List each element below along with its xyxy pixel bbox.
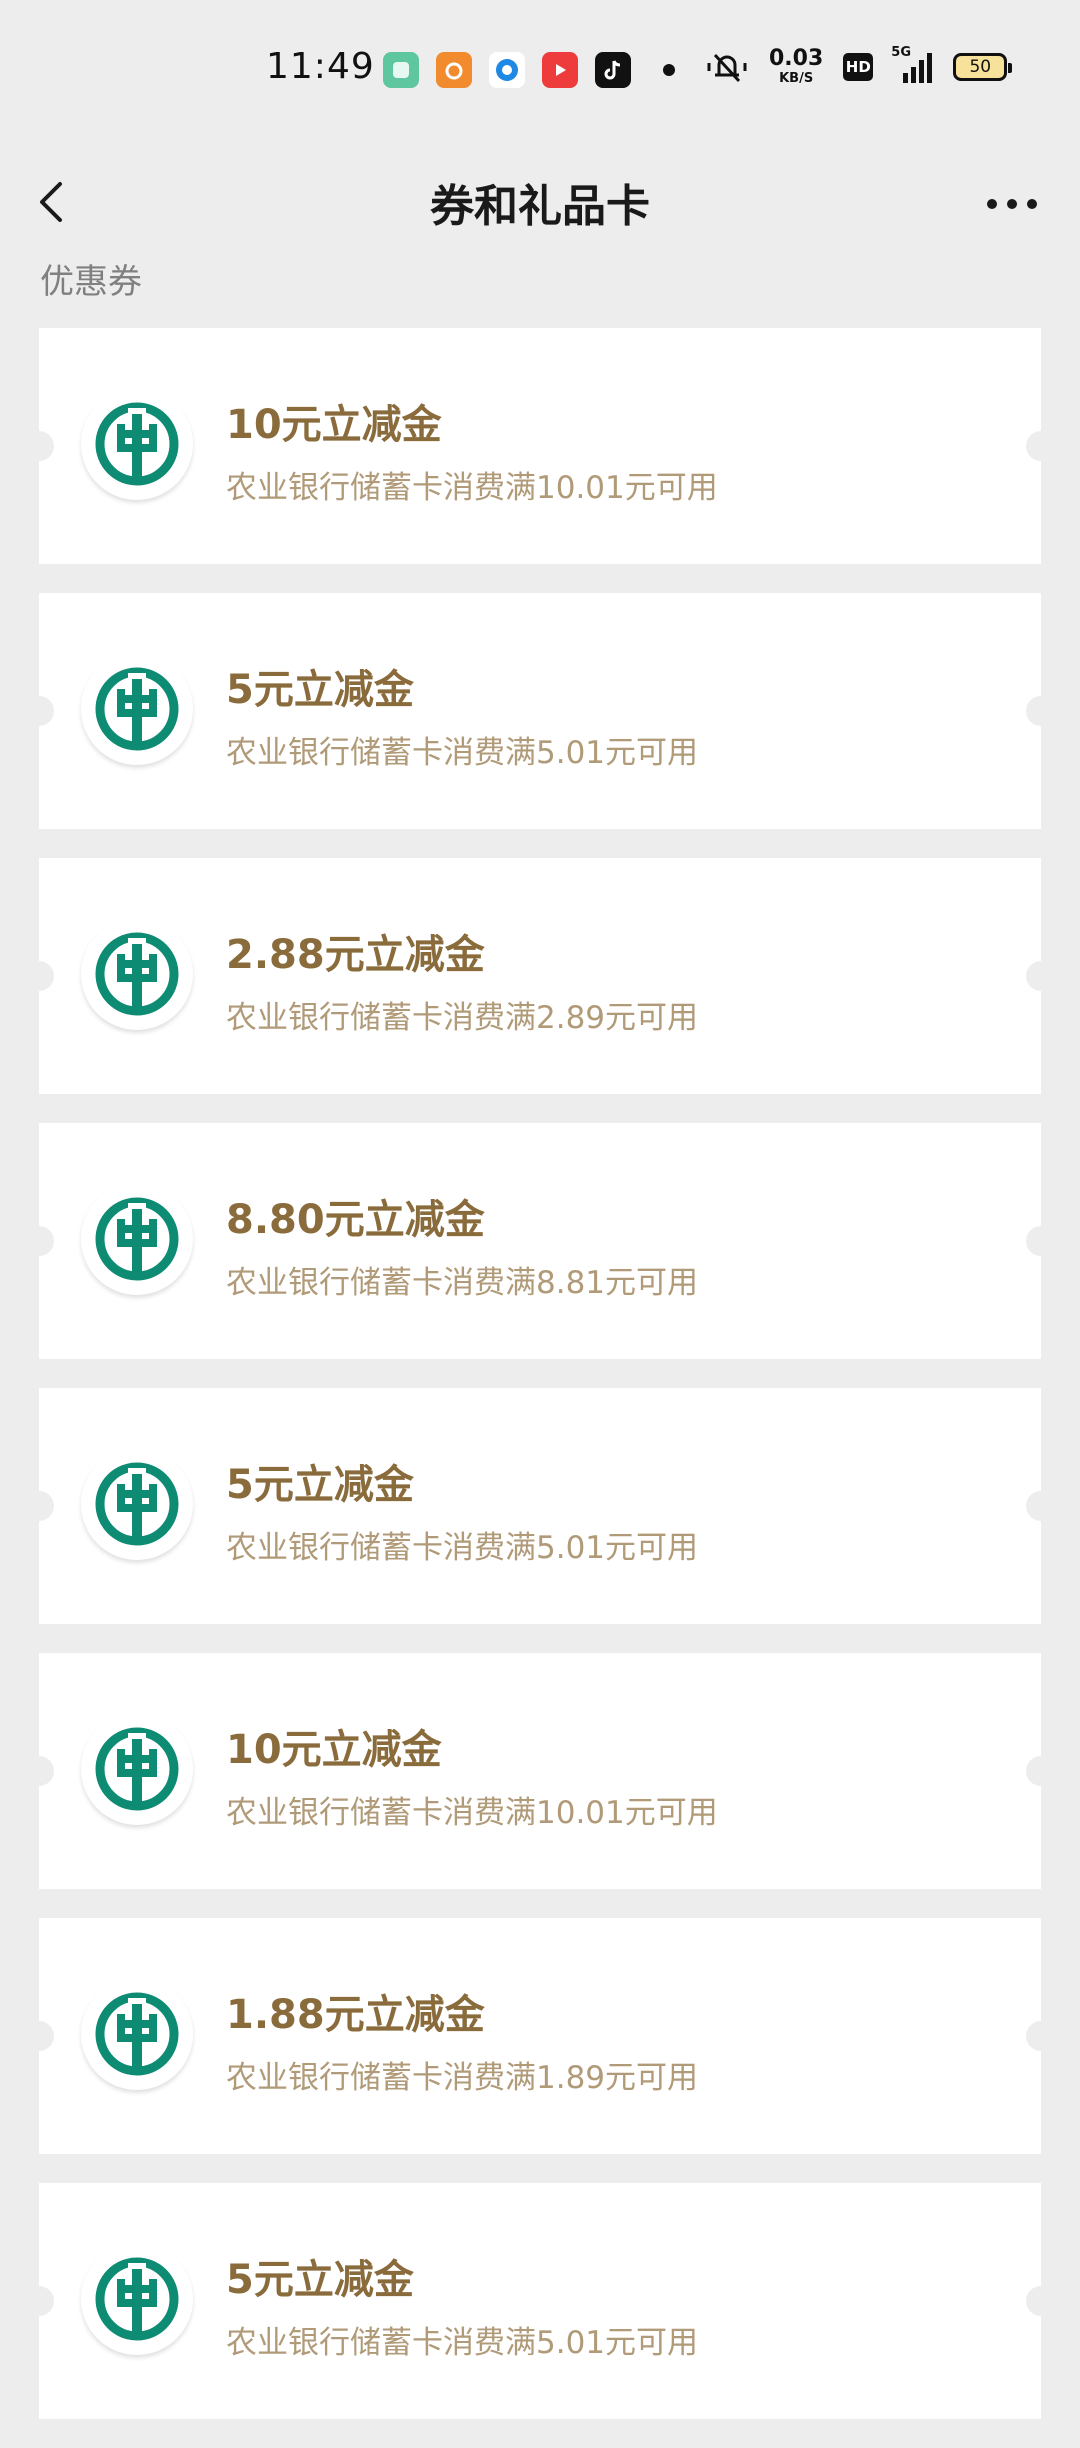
tiktok-icon — [595, 52, 631, 88]
coupon-desc: 农业银行储蓄卡消费满5.01元可用 — [226, 735, 699, 771]
agricultural-bank-logo-icon — [81, 1183, 193, 1295]
agricultural-bank-logo-icon — [81, 918, 193, 1030]
coupon-desc: 农业银行储蓄卡消费满10.01元可用 — [226, 1795, 718, 1831]
video-app-icon — [542, 52, 578, 88]
hd-badge: HD — [843, 52, 874, 81]
coupon-desc: 农业银行储蓄卡消费满5.01元可用 — [226, 1530, 699, 1566]
status-bar: 11:49 0.03 KB/S HD 5G 50 — [0, 0, 1080, 142]
coupon-title: 1.88元立减金 — [226, 1992, 485, 2038]
page-title: 券和礼品卡 — [430, 181, 650, 232]
coupon-desc: 农业银行储蓄卡消费满10.01元可用 — [226, 470, 718, 506]
coupon-card[interactable]: 5元立减金 农业银行储蓄卡消费满5.01元可用 — [24, 2183, 1056, 2419]
agricultural-bank-logo-icon — [81, 1448, 193, 1560]
nav-bar: 券和礼品卡 — [0, 142, 1080, 262]
coupon-card[interactable]: 8.80元立减金 农业银行储蓄卡消费满8.81元可用 — [24, 1123, 1056, 1359]
agricultural-bank-logo-icon — [81, 653, 193, 765]
network-type: 5G — [891, 44, 911, 60]
agricultural-bank-logo-icon — [81, 2243, 193, 2355]
coupon-title: 8.80元立减金 — [226, 1197, 485, 1243]
coupon-card[interactable]: 2.88元立减金 农业银行储蓄卡消费满2.89元可用 — [24, 858, 1056, 1094]
notification-icons — [383, 52, 631, 88]
network-speed: 0.03 KB/S — [769, 46, 824, 86]
agricultural-bank-logo-icon — [81, 1713, 193, 1825]
agricultural-bank-logo-icon — [81, 1978, 193, 2090]
coupon-card[interactable]: 1.88元立减金 农业银行储蓄卡消费满1.89元可用 — [24, 1918, 1056, 2154]
coupon-title: 5元立减金 — [226, 1462, 414, 1508]
coupon-title: 2.88元立减金 — [226, 932, 485, 978]
battery-icon: 50 — [953, 52, 1013, 81]
coupon-list: 10元立减金 农业银行储蓄卡消费满10.01元可用 5元立减金 农业银行储蓄卡消… — [24, 328, 1056, 2448]
app-notification-icon — [383, 52, 419, 88]
more-horizontal-icon — [987, 199, 1037, 209]
battery-level: 50 — [969, 56, 992, 77]
coupon-desc: 农业银行储蓄卡消费满1.89元可用 — [226, 2060, 699, 2096]
coupon-card[interactable]: 10元立减金 农业银行储蓄卡消费满10.01元可用 — [24, 1653, 1056, 1889]
mute-bell-icon — [707, 53, 747, 82]
browser-circle-icon — [489, 52, 525, 88]
coupon-desc: 农业银行储蓄卡消费满8.81元可用 — [226, 1265, 699, 1301]
coupon-desc: 农业银行储蓄卡消费满2.89元可用 — [226, 1000, 699, 1036]
coupon-title: 10元立减金 — [226, 1727, 442, 1773]
more-button[interactable] — [982, 172, 1042, 232]
status-time: 11:49 — [266, 46, 375, 87]
network-speed-value: 0.03 — [769, 46, 824, 71]
network-speed-unit: KB/S — [779, 71, 814, 86]
notification-dot-icon — [663, 64, 675, 76]
coupon-title: 5元立减金 — [226, 2257, 414, 2303]
uc-browser-icon — [436, 52, 472, 88]
signal-icon: 5G — [891, 45, 935, 85]
coupon-title: 10元立减金 — [226, 402, 442, 448]
coupon-card[interactable]: 10元立减金 农业银行储蓄卡消费满10.01元可用 — [24, 328, 1056, 564]
coupon-desc: 农业银行储蓄卡消费满5.01元可用 — [226, 2325, 699, 2361]
coupon-card[interactable]: 5元立减金 农业银行储蓄卡消费满5.01元可用 — [24, 593, 1056, 829]
coupon-card[interactable]: 5元立减金 农业银行储蓄卡消费满5.01元可用 — [24, 1388, 1056, 1624]
coupon-title: 5元立减金 — [226, 667, 414, 713]
section-label-coupons: 优惠券 — [40, 262, 142, 302]
agricultural-bank-logo-icon — [81, 388, 193, 500]
